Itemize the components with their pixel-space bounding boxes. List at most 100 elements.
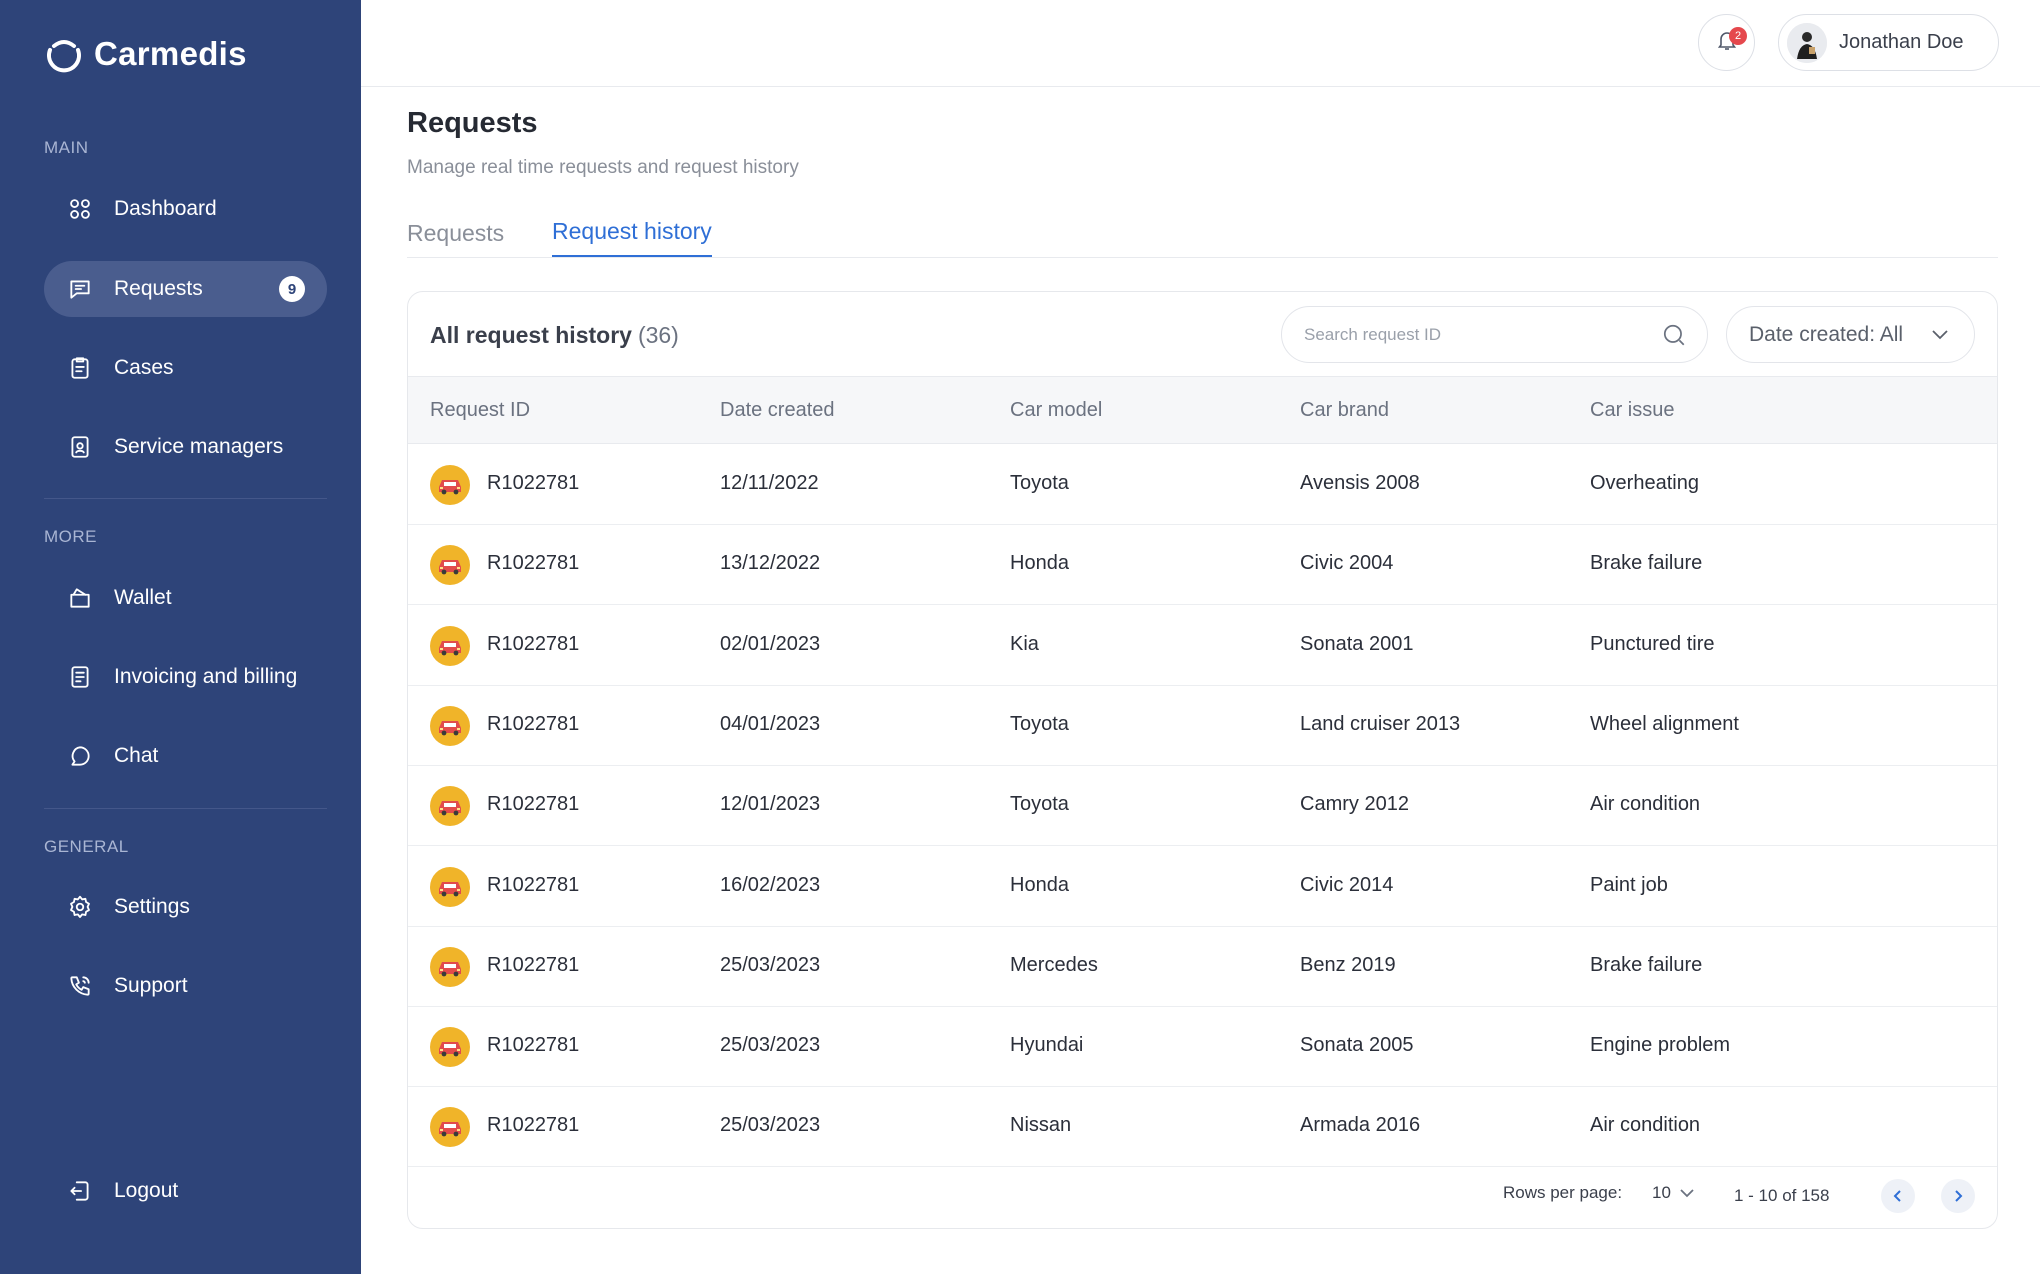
car-icon: [430, 465, 470, 505]
table-row[interactable]: R1022781 25/03/2023 Hyundai Sonata 2005 Engi…: [408, 1007, 1997, 1088]
cell-date-created: 25/03/2023: [720, 953, 821, 976]
cell-car-brand: Benz 2019: [1300, 953, 1396, 976]
column-header-date-created[interactable]: Date created: [720, 399, 835, 422]
user-menu-button[interactable]: Jonathan Doe: [1778, 14, 1999, 71]
sidebar-item-label: Chat: [114, 744, 159, 767]
sidebar-item-support[interactable]: Support: [44, 958, 327, 1014]
page-subtitle: Manage real time requests and request hi…: [407, 157, 799, 178]
search-input[interactable]: [1304, 324, 1644, 345]
chevron-down-icon: [1680, 1189, 1694, 1198]
sidebar-item-label: Invoicing and billing: [114, 665, 298, 688]
sidebar-item-label: Wallet: [114, 586, 172, 609]
tab-requests[interactable]: Requests: [407, 220, 504, 257]
requests-count-badge: 9: [279, 276, 305, 302]
table-row[interactable]: R1022781 12/01/2023 Toyota Camry 2012 Air co…: [408, 766, 1997, 847]
phone-icon: [66, 972, 94, 1000]
table-row[interactable]: R1022781 25/03/2023 Nissan Armada 2016 Air c…: [408, 1087, 1997, 1168]
sidebar-item-service-managers[interactable]: Service managers: [44, 419, 327, 475]
cell-car-model: Kia: [1010, 632, 1039, 655]
car-icon: [430, 866, 470, 907]
table-row[interactable]: R1022781 12/11/2022 Toyota Avensis 2008 Over…: [408, 445, 1997, 525]
column-header-car-issue[interactable]: Car issue: [1590, 399, 1674, 422]
car-icon: [430, 1027, 470, 1068]
invoice-icon: [66, 663, 94, 691]
id-badge-icon: [66, 433, 94, 461]
cell-car-issue: Punctured tire: [1590, 632, 1715, 655]
sidebar-item-wallet[interactable]: Wallet: [44, 570, 327, 626]
cell-car-brand: Armada 2016: [1300, 1114, 1421, 1137]
cell-car-issue: Air condition: [1590, 793, 1701, 816]
cell-car-model: Hyundai: [1010, 1034, 1084, 1057]
sidebar-item-label: Settings: [114, 895, 190, 918]
tab-request-history[interactable]: Request history: [552, 218, 712, 257]
table-header-row: Request ID Date created Car model Car br…: [408, 376, 1997, 444]
cell-car-brand: Camry 2012: [1300, 793, 1409, 816]
search-box: [1281, 306, 1708, 363]
cell-date-created: 13/12/2022: [720, 552, 821, 575]
cell-car-brand: Avensis 2008: [1300, 472, 1420, 494]
column-header-request-id[interactable]: Request ID: [430, 399, 530, 422]
section-label-general: GENERAL: [44, 837, 129, 856]
cell-car-model: Toyota: [1010, 793, 1069, 816]
sidebar-item-dashboard[interactable]: Dashboard: [44, 181, 327, 237]
chevron-left-icon: [1893, 1190, 1901, 1202]
previous-page-button[interactable]: [1881, 1179, 1915, 1213]
table-row[interactable]: R1022781 13/12/2022 Honda Civic 2004 Brake f…: [408, 525, 1997, 606]
sidebar-item-settings[interactable]: Settings: [44, 879, 327, 935]
car-icon: [430, 545, 470, 586]
cell-date-created: 12/01/2023: [720, 793, 821, 816]
cell-request-id: R1022781: [487, 953, 580, 976]
dashboard-icon: [66, 195, 94, 223]
brand-logo[interactable]: Carmedis: [44, 30, 247, 78]
sidebar-item-label: Logout: [114, 1179, 179, 1202]
date-created-filter[interactable]: Date created: All: [1726, 306, 1975, 363]
sidebar: Carmedis MAIN Dashboard Requests 9 Cases…: [0, 0, 361, 1274]
rows-per-page-select[interactable]: 10: [1652, 1183, 1695, 1203]
cell-car-brand: Land cruiser 2013: [1300, 712, 1461, 735]
sidebar-item-logout[interactable]: Logout: [44, 1163, 327, 1219]
pagination-range: 1 - 10 of 158: [1734, 1186, 1830, 1205]
rows-per-page-value: 10: [1652, 1183, 1671, 1202]
table-row[interactable]: R1022781 02/01/2023 Kia Sonata 2001 Puncture…: [408, 606, 1997, 686]
chat-bubble-icon: [66, 742, 94, 770]
search-icon[interactable]: [1661, 322, 1687, 348]
cell-car-model: Toyota: [1010, 472, 1069, 494]
notifications-button[interactable]: 2: [1698, 14, 1755, 71]
sidebar-item-requests[interactable]: Requests 9: [44, 261, 327, 317]
cell-car-issue: Engine problem: [1590, 1034, 1731, 1057]
chevron-right-icon: [1955, 1190, 1963, 1202]
user-name: Jonathan Doe: [1839, 31, 1964, 53]
brand-name: Carmedis: [94, 35, 247, 72]
sidebar-divider: [44, 808, 327, 809]
car-icon: [430, 705, 470, 746]
chat-square-icon: [66, 275, 94, 303]
cell-car-model: Honda: [1010, 873, 1069, 896]
chevron-down-icon: [1932, 330, 1948, 340]
sidebar-item-label: Cases: [114, 356, 174, 379]
next-page-button[interactable]: [1941, 1179, 1975, 1213]
sidebar-item-cases[interactable]: Cases: [44, 340, 327, 396]
column-header-car-model[interactable]: Car model: [1010, 399, 1102, 422]
column-header-car-brand[interactable]: Car brand: [1300, 399, 1389, 422]
car-icon: [430, 625, 470, 666]
table-row[interactable]: R1022781 16/02/2023 Honda Civic 2014 Paint j…: [408, 847, 1997, 927]
table-row[interactable]: R1022781 04/01/2023 Toyota Land cruiser 201…: [408, 686, 1997, 766]
gear-icon: [66, 893, 94, 921]
card-count: (36): [637, 322, 679, 348]
cell-request-id: R1022781: [487, 793, 580, 816]
sidebar-item-chat[interactable]: Chat: [44, 728, 327, 784]
cell-request-id: R1022781: [487, 712, 580, 735]
cell-car-issue: Brake failure: [1590, 953, 1703, 976]
avatar: [1787, 22, 1827, 63]
logo-icon: [47, 40, 81, 73]
cell-car-issue: Overheating: [1590, 472, 1699, 494]
cell-request-id: R1022781: [487, 1034, 580, 1057]
cell-date-created: 04/01/2023: [720, 712, 821, 735]
sidebar-item-label: Support: [114, 974, 188, 997]
top-bar: 2 Jonathan Doe: [361, 0, 2040, 87]
car-icon: [430, 786, 470, 827]
table-row[interactable]: R1022781 25/03/2023 Mercedes Benz 2019 Brake…: [408, 927, 1997, 1007]
sidebar-item-invoicing[interactable]: Invoicing and billing: [44, 649, 327, 705]
cell-date-created: 16/02/2023: [720, 873, 821, 896]
car-icon: [430, 946, 470, 987]
